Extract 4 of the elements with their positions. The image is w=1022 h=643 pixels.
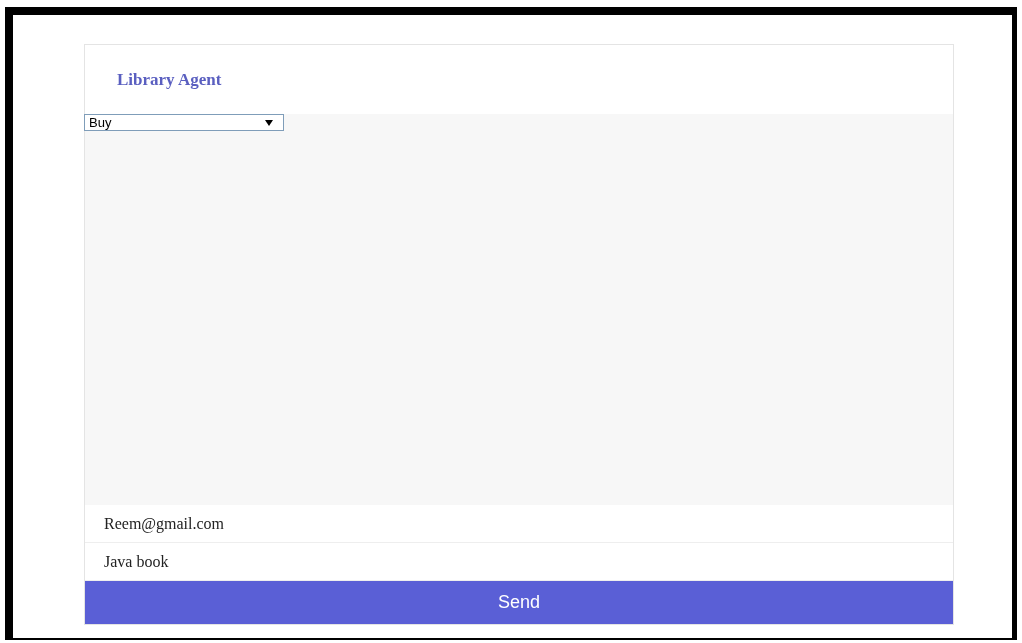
send-button[interactable]: Send: [85, 581, 953, 624]
action-dropdown[interactable]: Buy: [84, 114, 284, 131]
app-title: Library Agent: [117, 69, 222, 90]
caret-icon: [265, 119, 273, 126]
